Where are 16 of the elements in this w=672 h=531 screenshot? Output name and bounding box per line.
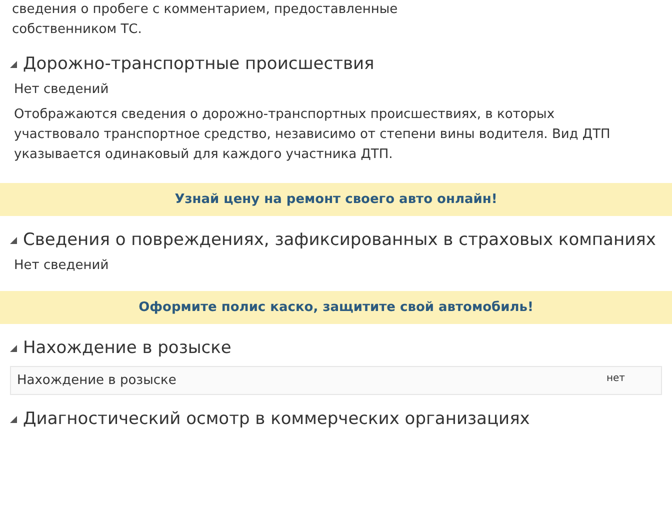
collapse-toggle-icon[interactable] <box>10 416 17 422</box>
section-title: Дорожно-транспортные происшествия <box>23 54 374 74</box>
promo-banner-link[interactable]: Узнай цену на ремонт своего авто онлайн! <box>0 183 672 216</box>
status-text: Нет сведений <box>14 82 110 97</box>
section-title: Сведения о повреждениях, зафиксированных в страховых компаниях <box>23 230 656 250</box>
collapse-toggle-icon[interactable] <box>10 344 17 352</box>
section-title: Диагностический осмотр в коммерческих организациях <box>23 409 530 429</box>
table-cell: Нахождение в розыске <box>17 373 176 388</box>
mileage-note: сведения о пробеге с комментарием, предоставленные собственником ТС. <box>12 1 399 39</box>
table-cell-text: нет <box>606 373 625 386</box>
collapse-toggle-icon[interactable] <box>10 60 17 68</box>
section-title: Нахождение в розыске <box>23 338 232 358</box>
section-note: Отображаются сведения о дорожно-транспортных происшествиях, в которых участвовало транспортное средство, независимо от степени вины водителя. Вид ДТП указывается одинаковый для каждого участника ДТП. <box>14 106 612 164</box>
collapse-toggle-icon[interactable] <box>10 236 17 244</box>
promo-banner-link[interactable]: Оформите полис каско, защитите свой автомобиль! <box>0 291 672 324</box>
status-text: Нет сведений <box>14 258 110 273</box>
